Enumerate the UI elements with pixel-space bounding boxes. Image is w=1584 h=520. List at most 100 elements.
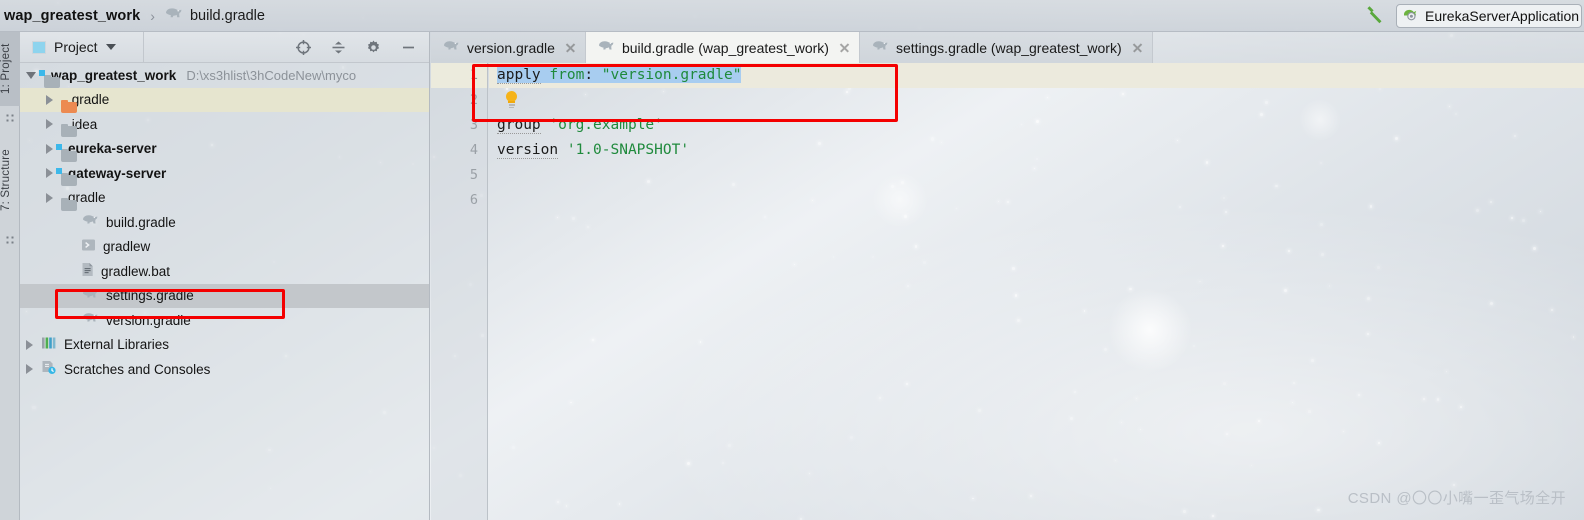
expand-arrow-icon[interactable] <box>26 339 33 350</box>
tree-row-eureka-server[interactable]: eureka-server <box>20 137 429 162</box>
code-lines[interactable]: apply from: "version.gradle" group 'org.e… <box>489 63 1584 520</box>
tree-row-build-gradle[interactable]: build.gradle <box>20 210 429 235</box>
editor-area: version.gradle build.gradle (wap_greatest… <box>431 32 1584 520</box>
tree-row-label: wap_greatest_work <box>51 67 177 83</box>
tree-row-label: settings.gradle <box>106 288 194 304</box>
shell-script-icon <box>81 238 96 255</box>
left-tool-rail: 1: Project 7: Structure <box>0 32 20 520</box>
tree-row-label: eureka-server <box>68 141 157 157</box>
tree-row-label: version.gradle <box>106 312 191 328</box>
editor-tab-version-gradle[interactable]: version.gradle <box>431 32 586 63</box>
intention-bulb-icon[interactable] <box>505 91 518 109</box>
tree-row-gateway-server[interactable]: gateway-server <box>20 161 429 187</box>
code-text: version '1.0-SNAPSHOT' <box>497 142 689 159</box>
gradle-elephant-icon <box>597 40 615 56</box>
gear-icon[interactable] <box>365 39 382 56</box>
code-token: '1.0-SNAPSHOT' <box>566 142 690 158</box>
line-number: 1 <box>431 63 487 88</box>
collapse-all-icon[interactable] <box>330 39 347 56</box>
project-panel-toolbar <box>295 39 429 56</box>
spring-boot-run-icon <box>1402 7 1419 25</box>
close-icon[interactable] <box>565 42 576 53</box>
project-tree[interactable]: wap_greatest_work D:\xs3hlist\3hCodeNew\m… <box>20 63 429 520</box>
gradle-elephant-icon <box>871 40 889 56</box>
breadcrumb-bar: wap_greatest_work › build.gradle EurekaS… <box>0 0 1584 32</box>
expand-arrow-icon[interactable] <box>26 364 33 375</box>
expand-arrow-icon[interactable] <box>46 143 53 154</box>
rail-grip-handle[interactable] <box>6 114 14 122</box>
line-number-gutter: 1 2 3 4 5 6 <box>431 63 488 520</box>
external-libraries-icon <box>41 336 57 353</box>
code-token: "version.gradle" <box>601 67 742 83</box>
sidebar-item-structure[interactable]: 7: Structure <box>0 132 20 228</box>
tree-row-external-libraries[interactable]: External Libraries <box>20 333 429 358</box>
tree-row-label: gateway-server <box>68 165 167 181</box>
csdn-watermark: CSDN @〇〇小嘴一歪气场全开 <box>1347 490 1566 507</box>
code-line-1[interactable]: apply from: "version.gradle" <box>489 63 1584 88</box>
run-configuration-name: EurekaServerApplication <box>1425 7 1580 24</box>
editor-tab-label: settings.gradle (wap_greatest_work) <box>895 39 1122 56</box>
close-icon[interactable] <box>839 42 850 53</box>
code-token: version <box>497 142 559 159</box>
expand-arrow-icon[interactable] <box>46 119 53 130</box>
tree-row-wap-greatest-work[interactable]: wap_greatest_work D:\xs3hlist\3hCodeNew\m… <box>20 63 429 89</box>
run-configuration-selector[interactable]: EurekaServerApplication ▾ <box>1396 3 1582 28</box>
project-panel-header: Project <box>20 31 429 63</box>
expand-arrow-icon[interactable] <box>46 168 53 179</box>
hammer-build-icon[interactable] <box>1364 3 1386 28</box>
tree-row-label: Scratches and Consoles <box>64 361 211 377</box>
expand-arrow-icon[interactable] <box>26 71 36 79</box>
code-line-6[interactable] <box>489 188 1584 213</box>
sidebar-item-project[interactable]: 1: Project <box>0 32 20 106</box>
code-line-2[interactable] <box>489 88 1584 113</box>
line-number: 2 <box>469 92 478 108</box>
editor-tab-settings-gradle[interactable]: settings.gradle (wap_greatest_work) <box>859 32 1153 63</box>
code-text: group 'org.example' <box>497 117 663 134</box>
line-number: 3 <box>469 117 478 133</box>
line-number: 4 <box>469 142 478 158</box>
code-area[interactable]: 1 2 3 4 5 6 apply from: "version.gradle" group… <box>431 63 1584 520</box>
expand-arrow-icon[interactable] <box>46 192 53 203</box>
editor-tab-label: build.gradle (wap_greatest_work) <box>621 39 829 56</box>
editor-tab-build-gradle[interactable]: build.gradle (wap_greatest_work) <box>585 32 860 63</box>
gradle-elephant-icon <box>81 312 99 328</box>
project-view-icon <box>32 40 46 54</box>
code-token: apply <box>497 67 541 84</box>
locate-file-icon[interactable] <box>295 39 312 56</box>
tree-row-version-gradle[interactable]: version.gradle <box>20 308 429 333</box>
editor-tab-strip[interactable]: version.gradle build.gradle (wap_greatest… <box>431 32 1584 63</box>
line-number: 6 <box>469 192 478 208</box>
line-number: 5 <box>469 167 478 183</box>
code-line-3[interactable]: group 'org.example' <box>489 113 1584 138</box>
tree-row--idea[interactable]: .idea <box>20 112 429 138</box>
code-line-4[interactable]: version '1.0-SNAPSHOT' <box>489 138 1584 163</box>
tree-row-label: External Libraries <box>64 337 170 353</box>
batch-file-icon <box>81 262 94 280</box>
breadcrumb-project[interactable]: wap_greatest_work <box>4 8 140 24</box>
tree-row-scratches-and-consoles[interactable]: Scratches and Consoles <box>20 357 429 382</box>
breadcrumb-file[interactable]: build.gradle <box>190 8 265 24</box>
code-text: apply from: "version.gradle" <box>497 67 742 84</box>
tree-row-settings-gradle[interactable]: settings.gradle <box>20 283 429 308</box>
code-line-5[interactable] <box>489 163 1584 188</box>
tree-row-gradle[interactable]: gradle <box>20 186 429 211</box>
tree-row-gradlew-bat[interactable]: gradlew.bat <box>20 259 429 284</box>
tree-row-label: build.gradle <box>106 214 176 230</box>
tab-strip-filler <box>1152 32 1584 63</box>
chevron-down-icon[interactable] <box>105 44 116 50</box>
close-icon[interactable] <box>1132 42 1143 53</box>
gradle-elephant-icon <box>164 7 183 24</box>
tree-row-label: gradlew <box>103 239 151 255</box>
project-tool-window: Project wap_greatest_work D:\xs3hlist\3h… <box>20 31 430 520</box>
tree-row-gradlew[interactable]: gradlew <box>20 235 429 260</box>
tree-row--gradle[interactable]: .gradle <box>20 87 429 113</box>
editor-tab-label: version.gradle <box>467 39 555 56</box>
code-token: : <box>584 67 594 83</box>
project-path-label: D:\xs3hlist\3hCodeNew\myco <box>186 67 357 83</box>
expand-arrow-icon[interactable] <box>46 94 53 105</box>
hide-panel-icon[interactable] <box>400 39 417 56</box>
rail-grip-handle-2[interactable] <box>6 236 14 244</box>
gradle-elephant-icon <box>81 288 99 304</box>
